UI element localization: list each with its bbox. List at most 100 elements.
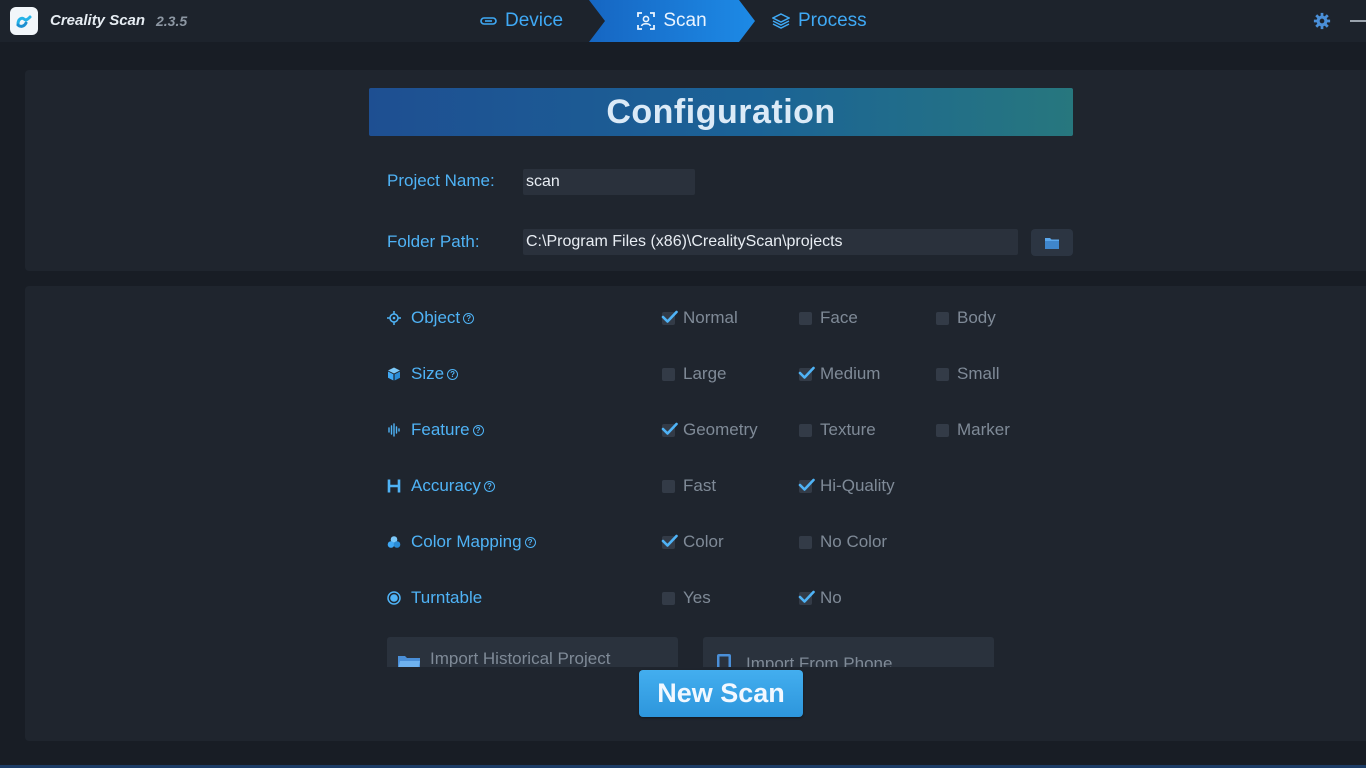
project-name-label: Project Name: [387, 171, 495, 190]
option-row-color-mapping: Color Mapping ? Color No Color [0, 528, 1366, 558]
import-historical-project-label: Import Historical Project [430, 649, 611, 667]
layers-icon [772, 13, 790, 29]
help-icon[interactable]: ? [463, 312, 475, 324]
option-row-size: Size ? Large Medium Small [0, 360, 1366, 390]
folder-open-icon [398, 656, 420, 667]
option-label-text: Object [411, 308, 461, 327]
color-circles-icon [387, 536, 401, 548]
folder-path-input[interactable] [523, 229, 1018, 255]
import-from-phone-button[interactable]: Import From Phone [703, 637, 994, 667]
checkbox-label: Hi-Quality [820, 476, 895, 495]
checkbox-box [936, 423, 949, 437]
crosshair-icon [387, 311, 401, 325]
option-label-text: Accuracy [411, 476, 481, 495]
option-label-object: Object ? [411, 308, 475, 328]
checkbox-no[interactable]: No [798, 588, 842, 608]
checkbox-label: Small [957, 364, 1000, 383]
checkmark-icon [798, 590, 815, 603]
folder-icon [1045, 237, 1059, 249]
checkbox-box [936, 367, 949, 381]
option-label-text: Feature [411, 420, 470, 439]
checkbox-label: Medium [820, 364, 881, 383]
checkbox-normal[interactable]: Normal [661, 308, 738, 328]
checkbox-box [798, 478, 815, 493]
checkbox-label: Large [683, 364, 727, 383]
option-label-turntable: Turntable [411, 588, 482, 608]
option-label-accuracy: Accuracy ? [411, 476, 495, 496]
checkbox-marker[interactable]: Marker [936, 420, 1010, 440]
cube-icon [388, 367, 400, 381]
tab-process-label: Process [798, 10, 867, 31]
checkbox-color[interactable]: Color [661, 532, 724, 552]
help-icon[interactable]: ? [447, 368, 459, 380]
option-row-turntable: Turntable Yes No [0, 584, 1366, 614]
checkbox-face[interactable]: Face [799, 308, 858, 328]
checkbox-box [662, 591, 675, 605]
checkbox-fast[interactable]: Fast [662, 476, 716, 496]
checkmark-icon [798, 478, 815, 491]
checkbox-box [662, 479, 675, 493]
checkbox-label: No Color [820, 532, 888, 551]
checkbox-box [798, 366, 815, 381]
checkbox-label: Face [820, 308, 858, 327]
checkbox-hi-quality[interactable]: Hi-Quality [798, 476, 895, 496]
new-scan-button[interactable]: New Scan [639, 670, 803, 717]
option-label-text: Size [411, 364, 445, 383]
phone-icon [717, 654, 731, 667]
app-title: Creality Scan [50, 12, 146, 29]
settings-gear-icon[interactable] [1313, 12, 1331, 30]
checkbox-small[interactable]: Small [936, 364, 1000, 384]
option-label-size: Size ? [411, 364, 459, 384]
checkbox-label: Texture [820, 420, 876, 439]
turntable-icon [387, 591, 401, 605]
checkbox-label: Color [683, 532, 724, 551]
top-bar: Creality Scan 2.3.5 Device Scan Process [0, 0, 1366, 42]
checkbox-box [661, 310, 678, 325]
checkmark-icon [798, 366, 815, 379]
help-icon[interactable]: ? [472, 424, 484, 436]
app-logo-icon [10, 7, 38, 35]
link-icon [480, 17, 497, 25]
option-row-accuracy: Accuracy ? Fast Hi-Quality [0, 472, 1366, 502]
help-icon[interactable]: ? [524, 536, 536, 548]
checkbox-body[interactable]: Body [936, 308, 996, 328]
checkbox-no-color[interactable]: No Color [799, 532, 887, 552]
option-label-text: Turntable [411, 588, 483, 607]
checkbox-texture[interactable]: Texture [799, 420, 876, 440]
tab-device[interactable]: Device [480, 0, 563, 42]
browse-folder-button[interactable] [1031, 229, 1073, 256]
option-label-text: Color Mapping [411, 532, 522, 551]
checkbox-label: No [820, 588, 842, 607]
accuracy-h-icon [387, 479, 401, 493]
tab-process[interactable]: Process [772, 0, 867, 42]
checkbox-medium[interactable]: Medium [798, 364, 881, 384]
checkbox-geometry[interactable]: Geometry [661, 420, 758, 440]
window-edge-marker [1350, 20, 1366, 22]
tab-scan-label: Scan [663, 10, 707, 31]
import-historical-project-button[interactable]: Import Historical Project [387, 637, 678, 667]
checkbox-box [662, 367, 675, 381]
checkbox-box [799, 423, 812, 437]
checkbox-box [661, 534, 678, 549]
project-name-input[interactable] [523, 169, 695, 195]
option-row-feature: Feature ? Geometry Texture Marker [0, 416, 1366, 446]
folder-path-label: Folder Path: [387, 232, 480, 251]
checkbox-box [798, 590, 815, 605]
checkbox-box [799, 311, 812, 325]
checkmark-icon [661, 310, 678, 323]
checkbox-box [936, 311, 949, 325]
import-from-phone-label: Import From Phone [746, 654, 893, 667]
checkbox-label: Fast [683, 476, 717, 495]
tab-scan[interactable]: Scan [589, 0, 755, 42]
app-version: 2.3.5 [156, 13, 188, 29]
checkbox-label: Normal [683, 308, 738, 327]
checkbox-large[interactable]: Large [662, 364, 726, 384]
configuration-heading: Configuration [369, 88, 1073, 136]
option-label-color-mapping: Color Mapping ? [411, 532, 536, 552]
help-icon[interactable]: ? [483, 480, 495, 492]
checkbox-yes[interactable]: Yes [662, 588, 711, 608]
checkbox-label: Body [957, 308, 996, 327]
checkbox-label: Yes [683, 588, 711, 607]
checkbox-box [661, 422, 678, 437]
tab-device-label: Device [505, 10, 564, 31]
